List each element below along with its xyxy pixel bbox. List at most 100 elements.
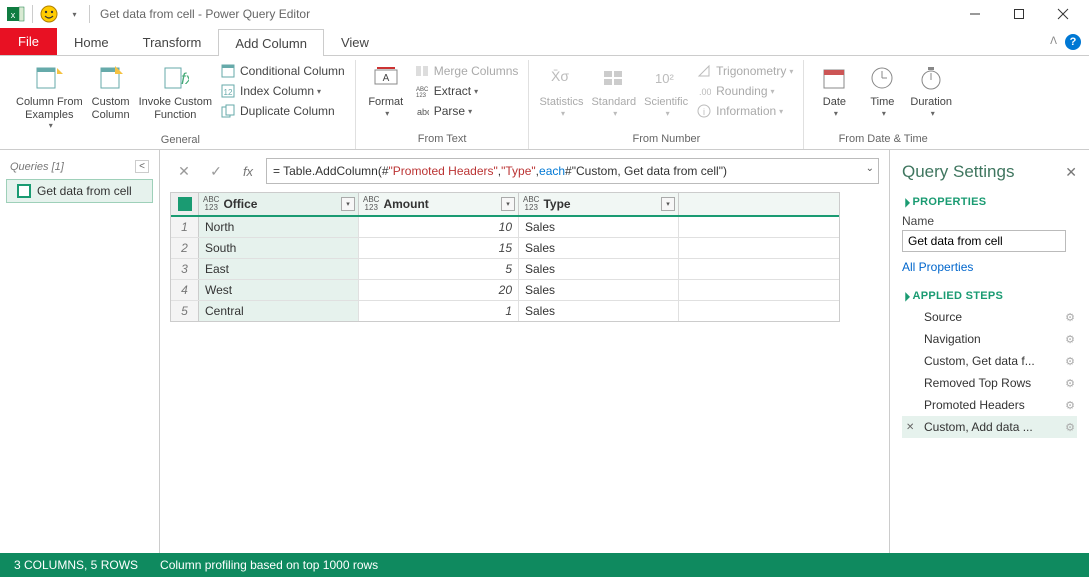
- applied-steps-header[interactable]: APPLIED STEPS: [902, 290, 1077, 302]
- tab-home[interactable]: Home: [57, 28, 126, 55]
- applied-step[interactable]: Removed Top Rows⚙: [902, 372, 1077, 394]
- close-button[interactable]: [1041, 1, 1085, 27]
- formula-commit-icon[interactable]: ✓: [202, 159, 230, 183]
- properties-header[interactable]: PROPERTIES: [902, 196, 1077, 208]
- cell-amount[interactable]: 1: [359, 301, 519, 321]
- gear-icon[interactable]: ⚙: [1065, 399, 1075, 412]
- query-item[interactable]: Get data from cell: [6, 179, 153, 203]
- applied-step[interactable]: Promoted Headers⚙: [902, 394, 1077, 416]
- extract-button[interactable]: ABC123Extract: [410, 82, 523, 100]
- type-icon[interactable]: ABC 123: [523, 196, 539, 212]
- custom-column-button[interactable]: Custom Column: [87, 60, 135, 123]
- col-header-type[interactable]: ABC 123Type▾: [519, 193, 679, 215]
- minimize-button[interactable]: [953, 1, 997, 27]
- gear-icon[interactable]: ⚙: [1065, 333, 1075, 346]
- queries-pane: Queries [1] < Get data from cell: [0, 150, 160, 553]
- filter-icon[interactable]: ▾: [661, 197, 675, 211]
- type-icon[interactable]: ABC 123: [203, 196, 219, 212]
- group-label-from-text: From Text: [418, 131, 467, 149]
- statistics-icon: X̄σ: [545, 62, 577, 94]
- fx-icon[interactable]: fx: [234, 159, 262, 183]
- qat-dropdown-icon[interactable]: [63, 4, 83, 24]
- table-icon: [178, 197, 192, 211]
- time-icon: [866, 62, 898, 94]
- cell-type[interactable]: Sales: [519, 259, 679, 279]
- row-number: 2: [171, 238, 199, 258]
- index-column-button[interactable]: 12Index Column: [216, 82, 349, 100]
- duplicate-icon: [220, 103, 236, 119]
- status-bar: 3 COLUMNS, 5 ROWS Column profiling based…: [0, 553, 1089, 577]
- cell-amount[interactable]: 20: [359, 280, 519, 300]
- cell-office[interactable]: Central: [199, 301, 359, 321]
- svg-text:x: x: [11, 10, 16, 20]
- group-general: Column From Examples Custom Column fx In…: [6, 60, 356, 149]
- name-label: Name: [902, 214, 1077, 228]
- gear-icon[interactable]: ⚙: [1065, 377, 1075, 390]
- query-name-input[interactable]: [902, 230, 1066, 252]
- gear-icon[interactable]: ⚙: [1065, 355, 1075, 368]
- applied-step[interactable]: Source⚙: [902, 306, 1077, 328]
- tab-transform[interactable]: Transform: [126, 28, 219, 55]
- row-number: 4: [171, 280, 199, 300]
- table-row[interactable]: 5 Central 1 Sales: [171, 301, 839, 321]
- type-icon[interactable]: ABC 123: [363, 196, 379, 212]
- col-header-amount[interactable]: ABC 123Amount▾: [359, 193, 519, 215]
- collapse-queries-icon[interactable]: <: [135, 160, 149, 173]
- date-button[interactable]: Date: [810, 60, 858, 120]
- duplicate-column-button[interactable]: Duplicate Column: [216, 102, 349, 120]
- expand-formula-icon[interactable]: ⌄: [866, 163, 874, 174]
- cell-amount[interactable]: 15: [359, 238, 519, 258]
- cell-office[interactable]: South: [199, 238, 359, 258]
- excel-icon: x: [6, 4, 26, 24]
- format-button[interactable]: A Format: [362, 60, 410, 120]
- svg-text:fx: fx: [181, 71, 189, 88]
- gear-icon[interactable]: ⚙: [1065, 421, 1075, 434]
- cell-type[interactable]: Sales: [519, 301, 679, 321]
- table-row[interactable]: 3 East 5 Sales: [171, 259, 839, 280]
- cell-office[interactable]: North: [199, 217, 359, 237]
- filter-icon[interactable]: ▾: [501, 197, 515, 211]
- svg-text:12: 12: [224, 88, 233, 97]
- custom-column-icon: [95, 62, 127, 94]
- cell-type[interactable]: Sales: [519, 238, 679, 258]
- time-button[interactable]: Time: [858, 60, 906, 120]
- help-icon[interactable]: ?: [1065, 34, 1081, 50]
- applied-step[interactable]: Custom, Get data f...⚙: [902, 350, 1077, 372]
- cell-amount[interactable]: 5: [359, 259, 519, 279]
- formula-bar[interactable]: = Table.AddColumn(#"Promoted Headers", "…: [266, 158, 879, 184]
- column-from-examples-button[interactable]: Column From Examples: [12, 60, 87, 132]
- svg-text:i: i: [703, 107, 705, 117]
- conditional-icon: [220, 63, 236, 79]
- merge-icon: [414, 63, 430, 79]
- applied-step[interactable]: Navigation⚙: [902, 328, 1077, 350]
- collapse-ribbon-icon[interactable]: ᐱ: [1050, 36, 1057, 47]
- invoke-custom-function-button[interactable]: fx Invoke Custom Function: [135, 60, 216, 123]
- smiley-icon[interactable]: [39, 4, 59, 24]
- corner-cell[interactable]: [171, 193, 199, 215]
- tab-view[interactable]: View: [324, 28, 386, 55]
- conditional-column-button[interactable]: Conditional Column: [216, 62, 349, 80]
- cell-office[interactable]: East: [199, 259, 359, 279]
- cell-amount[interactable]: 10: [359, 217, 519, 237]
- tab-file[interactable]: File: [0, 28, 57, 55]
- cell-type[interactable]: Sales: [519, 280, 679, 300]
- formula-cancel-icon[interactable]: ✕: [170, 159, 198, 183]
- group-label-general: General: [161, 132, 200, 150]
- cell-office[interactable]: West: [199, 280, 359, 300]
- table-row[interactable]: 2 South 15 Sales: [171, 238, 839, 259]
- close-settings-icon[interactable]: ✕: [1065, 164, 1077, 181]
- duration-button[interactable]: Duration: [906, 60, 956, 120]
- cell-type[interactable]: Sales: [519, 217, 679, 237]
- parse-button[interactable]: abcParse: [410, 102, 523, 120]
- duration-icon: [915, 62, 947, 94]
- maximize-button[interactable]: [997, 1, 1041, 27]
- all-properties-link[interactable]: All Properties: [902, 260, 1077, 274]
- col-header-office[interactable]: ABC 123Office▾: [199, 193, 359, 215]
- filter-icon[interactable]: ▾: [341, 197, 355, 211]
- rounding-icon: .00: [696, 83, 712, 99]
- tab-add-column[interactable]: Add Column: [218, 29, 324, 56]
- applied-step[interactable]: Custom, Add data ...⚙: [902, 416, 1077, 438]
- gear-icon[interactable]: ⚙: [1065, 311, 1075, 324]
- table-row[interactable]: 4 West 20 Sales: [171, 280, 839, 301]
- table-row[interactable]: 1 North 10 Sales: [171, 217, 839, 238]
